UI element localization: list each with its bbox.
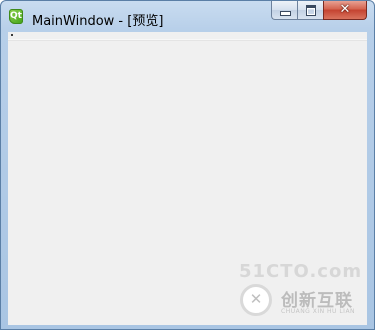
brand-subtitle: CHUANG XIN HU LIAN	[281, 308, 356, 315]
menu-bar-grip	[11, 34, 13, 36]
close-button[interactable]: ✕	[323, 1, 367, 20]
minimize-icon	[280, 11, 291, 16]
close-icon: ✕	[339, 2, 351, 17]
qt-designer-icon[interactable]: Qt	[9, 9, 23, 24]
watermark-51cto: 51CTO.com	[239, 261, 363, 282]
maximize-button[interactable]	[297, 1, 323, 20]
minimize-button[interactable]	[271, 1, 297, 20]
title-bar[interactable]: Qt MainWindow - [预览] ✕	[1, 1, 374, 33]
caption-buttons: ✕	[271, 1, 367, 21]
maximize-icon	[306, 5, 316, 16]
menu-bar[interactable]	[8, 32, 367, 40]
watermark-brand: ✕ 创新互联 CHUANG XIN HU LIAN	[236, 280, 375, 330]
window-title: MainWindow - [预览]	[32, 14, 164, 29]
logo-x-glyph: ✕	[249, 290, 263, 308]
chuangxin-hulian-logo-icon: ✕	[240, 284, 272, 316]
